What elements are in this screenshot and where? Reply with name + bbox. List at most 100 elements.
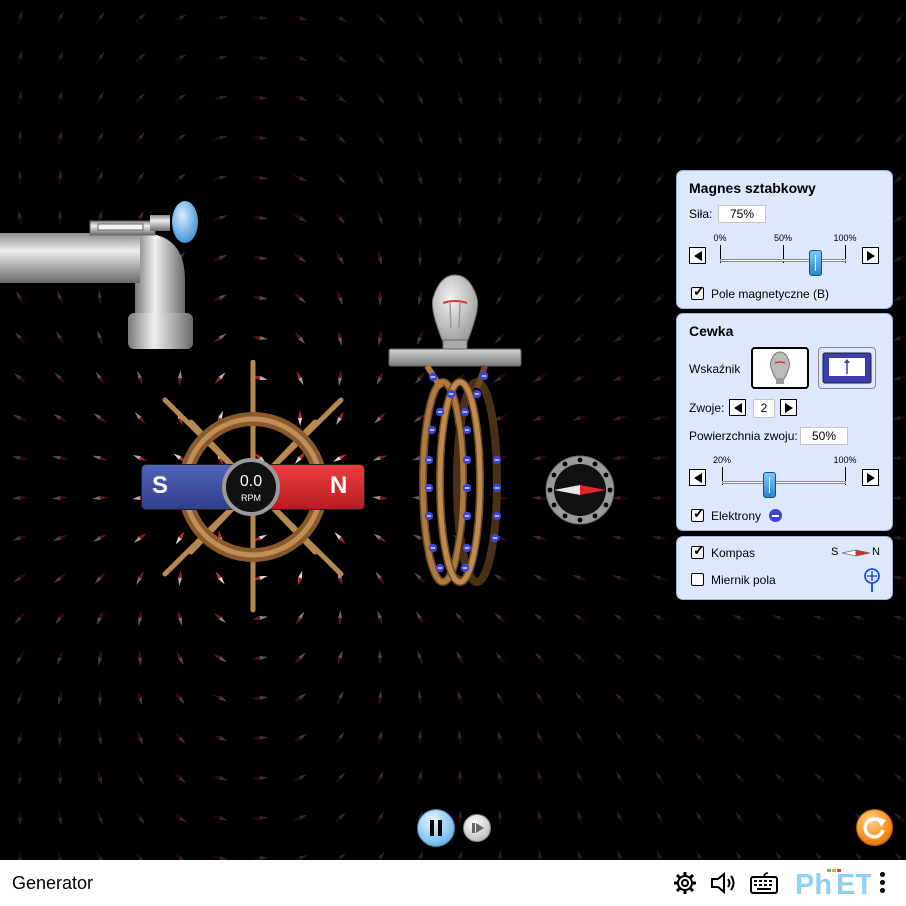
- electrons-checkbox[interactable]: ✓: [691, 506, 705, 522]
- field-needle: [657, 50, 663, 66]
- field-needle: [458, 130, 462, 146]
- pause-button[interactable]: [417, 809, 455, 847]
- compass-needle-icon: [841, 549, 871, 557]
- field-needle: [137, 370, 143, 386]
- field-needle: [498, 810, 502, 826]
- field-needle: [375, 91, 385, 105]
- field-needle: [212, 694, 228, 702]
- field-needle: [652, 456, 668, 460]
- indicator-bulb-option[interactable]: [751, 347, 809, 389]
- compass-icon-south: S: [831, 546, 839, 558]
- field-needle: [696, 90, 704, 106]
- strength-increase-button[interactable]: [862, 247, 879, 264]
- field-needle: [654, 731, 666, 745]
- strength-slider-track[interactable]: [720, 259, 846, 262]
- area-increase-button[interactable]: [862, 469, 879, 486]
- field-needle: [132, 454, 148, 462]
- field-needle: [616, 170, 624, 186]
- field-needle: [613, 653, 627, 663]
- field-needle: [577, 130, 583, 146]
- field-needle: [375, 131, 385, 145]
- strength-decrease-button[interactable]: [689, 247, 706, 264]
- compass-checkbox[interactable]: ✓: [691, 543, 705, 559]
- field-needle: [134, 131, 146, 145]
- compass[interactable]: [542, 452, 618, 528]
- field-needle: [376, 370, 384, 386]
- field-needle: [333, 13, 347, 23]
- phet-logo[interactable]: Ph ET: [793, 866, 871, 900]
- field-needle: [656, 810, 664, 826]
- field-needle: [416, 90, 424, 106]
- compass-bezel-hole: [551, 472, 557, 478]
- compass-bezel-hole: [577, 517, 583, 523]
- magnet-south-label: S: [152, 472, 169, 499]
- step-button[interactable]: [463, 814, 491, 842]
- indicator-label: Wskaźnik: [689, 362, 741, 376]
- strength-tick-mid: 50%: [773, 233, 793, 243]
- field-needle: [653, 293, 667, 303]
- field-needle: [456, 10, 464, 26]
- field-needle: [212, 16, 228, 20]
- field-needle: [656, 130, 664, 146]
- field-needle: [853, 694, 867, 702]
- indicator-voltmeter-option[interactable]: [818, 347, 876, 389]
- loops-increase-button[interactable]: [780, 399, 797, 416]
- keyboard-icon[interactable]: [750, 872, 778, 894]
- field-needle: [538, 90, 542, 106]
- field-needle: [733, 654, 747, 662]
- field-needle: [692, 614, 708, 622]
- field-needle: [538, 10, 542, 26]
- field-needle: [614, 292, 626, 304]
- field-needle: [173, 173, 187, 183]
- settings-gear-icon[interactable]: [673, 871, 697, 895]
- field-needle: [572, 415, 588, 421]
- area-decrease-button[interactable]: [689, 469, 706, 486]
- field-needle: [98, 650, 102, 666]
- area-slider-track[interactable]: [722, 481, 846, 484]
- field-needle: [814, 851, 826, 860]
- field-needle: [53, 572, 67, 584]
- field-needle: [418, 770, 422, 786]
- field-needle: [814, 812, 826, 824]
- field-needle: [415, 51, 425, 65]
- area-label: Powierzchnia zwoju:: [689, 429, 798, 443]
- app-title: Generator: [12, 873, 94, 893]
- field-needle: [58, 770, 62, 786]
- field-needle: [532, 574, 548, 582]
- field-needle: [534, 332, 546, 344]
- compass-icon-north: N: [872, 546, 880, 558]
- field-needle: [172, 14, 188, 22]
- field-needle: [613, 333, 627, 343]
- field-needle: [538, 850, 542, 860]
- field-needle: [15, 651, 25, 665]
- field-needle: [697, 10, 703, 26]
- field-needle: [772, 654, 788, 662]
- compass-bezel-hole: [562, 461, 568, 467]
- field-needle: [458, 730, 462, 746]
- field-needle: [58, 130, 62, 146]
- field-needle: [292, 55, 308, 61]
- magnetic-field-checkbox[interactable]: ✓: [691, 284, 705, 300]
- field-needle: [615, 211, 625, 225]
- field-needle: [497, 10, 503, 26]
- field-needle: [532, 415, 548, 421]
- more-options-icon[interactable]: [879, 872, 887, 896]
- loops-value: 2: [753, 399, 775, 418]
- field-needle: [92, 496, 108, 500]
- compass-bezel-hole: [562, 513, 568, 519]
- coil-with-bulb[interactable]: [385, 270, 530, 600]
- field-needle: [498, 770, 502, 786]
- field-needle: [376, 170, 384, 186]
- field-needle: [612, 575, 628, 581]
- field-needle: [853, 733, 867, 743]
- field-meter-checkbox[interactable]: [691, 573, 704, 586]
- field-needle: [573, 613, 587, 623]
- sound-icon[interactable]: [710, 871, 738, 895]
- reset-all-button[interactable]: [856, 809, 893, 846]
- loops-decrease-button[interactable]: [729, 399, 746, 416]
- field-needle: [458, 250, 462, 266]
- strength-slider-thumb[interactable]: [808, 250, 822, 276]
- tools-panel: ✓ Kompas S N Miernik pola: [676, 536, 893, 600]
- field-needle: [457, 50, 463, 66]
- area-slider-thumb[interactable]: [762, 472, 776, 498]
